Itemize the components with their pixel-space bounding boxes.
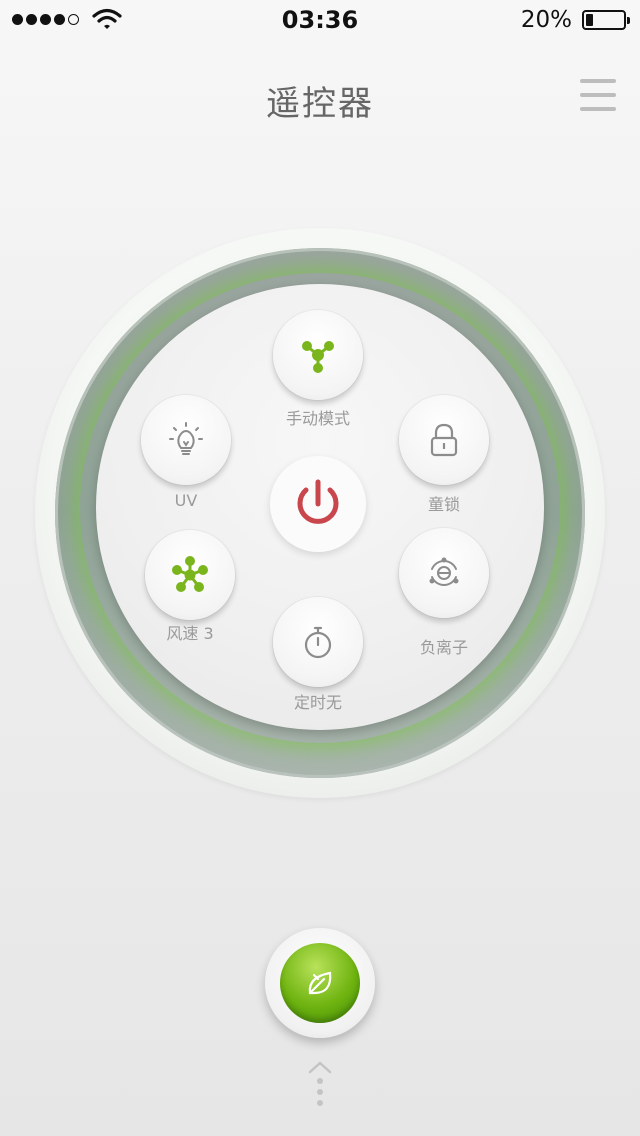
fan-speed-button[interactable] <box>145 530 235 620</box>
eco-mode-button[interactable] <box>265 928 375 1038</box>
anion-button[interactable] <box>399 528 489 618</box>
leaf-icon <box>308 971 332 995</box>
pull-up-handle[interactable] <box>306 1060 334 1110</box>
uv-button[interactable] <box>141 395 231 485</box>
lock-icon <box>430 423 458 457</box>
anion-icon <box>429 557 459 586</box>
chevron-up-icon <box>308 1061 332 1074</box>
pull-dot <box>317 1100 323 1106</box>
status-bar: 03:36 20% <box>0 0 640 40</box>
pull-dot <box>317 1089 323 1095</box>
child-lock-label: 童锁 <box>427 495 460 514</box>
uv-label: UV <box>174 491 198 510</box>
battery-icon <box>582 10 630 30</box>
timer-button[interactable] <box>273 597 363 687</box>
timer-label: 定时无 <box>293 693 342 712</box>
mode-button[interactable] <box>273 310 363 400</box>
fan-speed-label: 风速 3 <box>166 624 214 643</box>
lightbulb-icon <box>169 422 203 455</box>
mode-label: 手动模式 <box>285 409 350 428</box>
fan-icon <box>172 556 208 592</box>
eco-button-face <box>280 943 360 1023</box>
child-lock-button[interactable] <box>399 395 489 485</box>
molecule-icon <box>302 341 334 373</box>
pull-dot <box>317 1078 323 1084</box>
stopwatch-icon <box>304 626 332 659</box>
page-title: 遥控器 <box>266 84 374 124</box>
power-icon <box>297 479 339 524</box>
anion-label: 负离子 <box>419 638 468 657</box>
battery-fill <box>586 14 594 26</box>
battery-percent: 20% <box>520 7 572 33</box>
power-button[interactable] <box>270 456 366 552</box>
menu-icon[interactable] <box>580 79 616 111</box>
